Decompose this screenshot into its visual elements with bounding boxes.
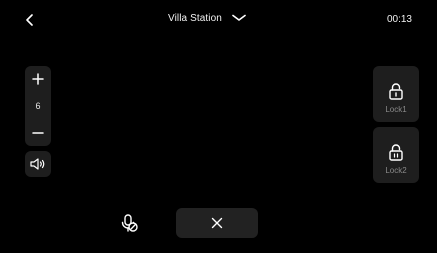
lock1-label: Lock1 bbox=[385, 104, 407, 114]
back-button[interactable] bbox=[20, 10, 40, 30]
plus-icon bbox=[32, 73, 44, 85]
station-title: Villa Station bbox=[168, 12, 222, 24]
speaker-icon bbox=[30, 158, 45, 170]
minus-icon bbox=[32, 132, 44, 134]
zoom-control: 6 bbox=[25, 66, 51, 146]
station-selector[interactable]: Villa Station bbox=[168, 9, 248, 27]
intercom-screen: Villa Station 00:13 6 Lock1 Lock2 bbox=[0, 0, 437, 253]
zoom-in-button[interactable] bbox=[28, 71, 48, 87]
lock2-label: Lock2 bbox=[385, 165, 407, 175]
lock1-button[interactable]: Lock1 bbox=[373, 66, 419, 122]
call-timer: 00:13 bbox=[386, 14, 412, 25]
chevron-left-icon bbox=[26, 14, 33, 26]
lock-icon bbox=[387, 81, 405, 101]
speaker-button[interactable] bbox=[25, 151, 51, 177]
mic-muted-icon bbox=[121, 214, 138, 232]
zoom-out-button[interactable] bbox=[28, 125, 48, 141]
close-icon bbox=[211, 217, 223, 229]
lock-icon bbox=[387, 142, 405, 162]
zoom-level: 6 bbox=[35, 101, 41, 111]
hang-up-button[interactable] bbox=[176, 208, 258, 238]
chevron-down-icon bbox=[232, 13, 248, 23]
mute-mic-button[interactable] bbox=[118, 212, 140, 234]
lock2-button[interactable]: Lock2 bbox=[373, 127, 419, 183]
